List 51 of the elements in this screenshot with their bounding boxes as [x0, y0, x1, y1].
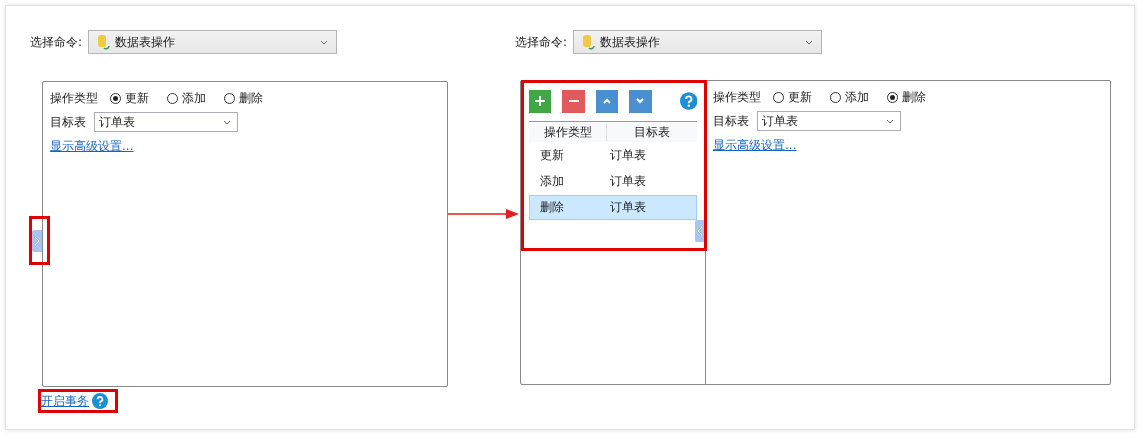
command-select[interactable]: 数据表操作: [88, 30, 337, 54]
table-cell-text: 更新: [539, 147, 565, 164]
add-button[interactable]: [529, 89, 552, 113]
move-up-button[interactable]: [595, 89, 619, 113]
command-select[interactable]: 数据表操作: [573, 30, 822, 54]
command-value: 数据表操作: [115, 33, 175, 51]
radio-option[interactable]: 删除: [224, 89, 263, 107]
command-value: 数据表操作: [600, 33, 660, 51]
highlight-box: [29, 216, 50, 265]
advanced-settings-link[interactable]: 显示高级设置...: [50, 138, 440, 155]
target-table-label: 目标表: [50, 113, 86, 131]
table-cell-text: 删除: [539, 199, 565, 216]
target-table-select[interactable]: 订单表: [94, 112, 238, 132]
chevron-down-icon: [635, 97, 646, 105]
radio-option[interactable]: 更新: [773, 88, 812, 106]
move-down-button[interactable]: [629, 89, 652, 113]
radio-option[interactable]: 更新: [110, 89, 149, 107]
arrow: [448, 208, 520, 220]
remove-button[interactable]: [562, 89, 585, 113]
radio-option[interactable]: 添加: [830, 88, 869, 106]
command-label: 选择命令:: [515, 33, 569, 51]
advanced-settings-link[interactable]: 显示高级设置...: [713, 137, 932, 154]
caret-icon: [886, 118, 894, 124]
database-icon: [95, 34, 111, 50]
target-table-label: 目标表: [713, 112, 749, 130]
transaction-link[interactable]: 开启事务: [41, 392, 89, 410]
help-icon[interactable]: [679, 92, 697, 110]
column-header[interactable]: 操作类型: [529, 123, 607, 141]
table-cell-text: 添加: [539, 173, 565, 190]
column-header[interactable]: 目标表: [607, 123, 697, 141]
caret-icon: [320, 39, 328, 45]
command-label: 选择命令:: [30, 33, 84, 51]
target-table-select[interactable]: 订单表: [757, 111, 901, 131]
caret-icon: [223, 119, 231, 125]
collapse-handle[interactable]: [695, 220, 705, 242]
expand-handle[interactable]: [32, 230, 42, 252]
operation-type-label: 操作类型: [713, 88, 761, 106]
caret-icon: [805, 39, 813, 45]
operation-type-label: 操作类型: [50, 89, 98, 107]
radio-option[interactable]: 添加: [167, 89, 206, 107]
table-row[interactable]: 更新 订单表: [529, 143, 697, 168]
table-row[interactable]: 添加 订单表: [529, 169, 697, 194]
table-row[interactable]: 删除 订单表: [529, 195, 697, 220]
table-cell: 订单表: [610, 173, 646, 190]
radio-option[interactable]: 删除: [887, 88, 926, 106]
chevron-up-icon: [601, 97, 612, 105]
table-cell: 订单表: [610, 199, 646, 216]
plus-icon: [534, 95, 547, 107]
database-icon: [580, 34, 596, 50]
help-icon[interactable]: [92, 393, 108, 409]
table-cell: 订单表: [610, 147, 646, 164]
